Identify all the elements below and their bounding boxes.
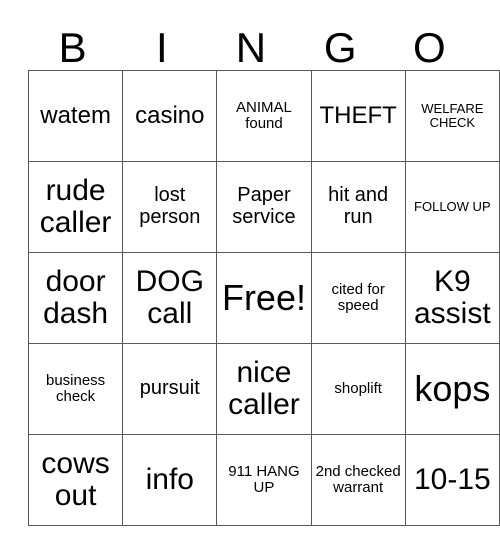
- bingo-cell-g1[interactable]: THEFT: [310, 70, 406, 162]
- bingo-cell-n1[interactable]: ANIMAL found: [216, 70, 312, 162]
- bingo-cell-n4[interactable]: nice caller: [216, 343, 312, 435]
- table-row: rude caller lost person Paper service hi…: [27, 161, 500, 253]
- bingo-cell-g2[interactable]: hit and run: [310, 161, 406, 253]
- table-row: business check pursuit nice caller shopl…: [27, 343, 500, 435]
- bingo-header-row: B I N G O: [28, 8, 474, 70]
- table-row: cows out info 911 HANG UP 2nd checked wa…: [27, 434, 500, 526]
- bingo-header-letter-o: O: [413, 24, 446, 71]
- bingo-cell-o3[interactable]: K9 assist: [404, 252, 500, 344]
- bingo-cell-i3[interactable]: DOG call: [122, 252, 218, 344]
- bingo-cell-label: ANIMAL found: [236, 98, 292, 132]
- bingo-cell-label: Paper service: [232, 184, 296, 228]
- bingo-cell-label: cows out: [41, 446, 110, 512]
- bingo-cell-label: cited for speed: [331, 280, 385, 314]
- bingo-cell-label: 10-15: [413, 462, 491, 496]
- bingo-cell-b5[interactable]: cows out: [27, 434, 124, 526]
- bingo-cell-label: pursuit: [139, 377, 200, 400]
- bingo-cell-g5[interactable]: 2nd checked warrant: [310, 434, 406, 526]
- bingo-cell-g4[interactable]: shoplift: [310, 343, 406, 435]
- bingo-cell-label: nice caller: [228, 355, 300, 421]
- table-row: watem casino ANIMAL found THEFT WELFARE …: [27, 70, 500, 162]
- bingo-cell-label: 2nd checked warrant: [315, 462, 401, 496]
- bingo-cell-g3[interactable]: cited for speed: [310, 252, 406, 344]
- bingo-cell-label: door dash: [43, 264, 109, 330]
- bingo-cell-i5[interactable]: info: [122, 434, 218, 526]
- bingo-cell-o2[interactable]: FOLLOW UP: [404, 161, 500, 253]
- bingo-header-letter-n: N: [235, 24, 267, 71]
- bingo-cell-b3[interactable]: door dash: [27, 252, 124, 344]
- bingo-cell-free[interactable]: Free!: [216, 252, 312, 344]
- bingo-cell-b4[interactable]: business check: [27, 343, 124, 435]
- bingo-cell-i4[interactable]: pursuit: [122, 343, 218, 435]
- bingo-header-letter-g: G: [323, 24, 357, 71]
- bingo-cell-label: hit and run: [328, 184, 389, 228]
- bingo-cell-label: THEFT: [319, 102, 397, 130]
- bingo-cell-label: lost person: [139, 184, 201, 228]
- bingo-cell-label: FOLLOW UP: [414, 198, 491, 214]
- bingo-cell-o1[interactable]: WELFARE CHECK: [404, 70, 500, 162]
- bingo-cell-n5[interactable]: 911 HANG UP: [216, 434, 312, 526]
- bingo-cell-label: WELFARE CHECK: [421, 100, 484, 130]
- bingo-cell-label: rude caller: [39, 173, 112, 239]
- bingo-cell-o5[interactable]: 10-15: [404, 434, 500, 526]
- bingo-cell-b1[interactable]: watem: [27, 70, 124, 162]
- bingo-cell-label: shoplift: [334, 379, 382, 397]
- bingo-cell-label: K9 assist: [414, 264, 491, 330]
- bingo-cell-o4[interactable]: kops: [404, 343, 500, 435]
- bingo-grid: watem casino ANIMAL found THEFT WELFARE …: [27, 70, 500, 526]
- bingo-cell-label: watem: [40, 102, 111, 130]
- bingo-cell-label: 911 HANG UP: [228, 462, 300, 496]
- bingo-cell-i2[interactable]: lost person: [122, 161, 218, 253]
- bingo-cell-label: kops: [414, 367, 491, 409]
- table-row: door dash DOG call Free! cited for speed…: [27, 252, 500, 344]
- bingo-cell-i1[interactable]: casino: [122, 70, 218, 162]
- bingo-free-space-label: Free!: [221, 276, 306, 318]
- bingo-header-letter-b: B: [58, 24, 87, 71]
- bingo-cell-b2[interactable]: rude caller: [27, 161, 124, 253]
- bingo-header-letter-i: I: [155, 24, 168, 71]
- bingo-cell-n2[interactable]: Paper service: [216, 161, 312, 253]
- bingo-cell-label: DOG call: [135, 264, 204, 330]
- bingo-cell-label: business check: [45, 371, 106, 405]
- bingo-cell-label: info: [145, 462, 194, 496]
- bingo-cell-label: casino: [135, 102, 205, 130]
- bingo-card: B I N G O watem casino ANIMAL found THEF…: [27, 8, 500, 526]
